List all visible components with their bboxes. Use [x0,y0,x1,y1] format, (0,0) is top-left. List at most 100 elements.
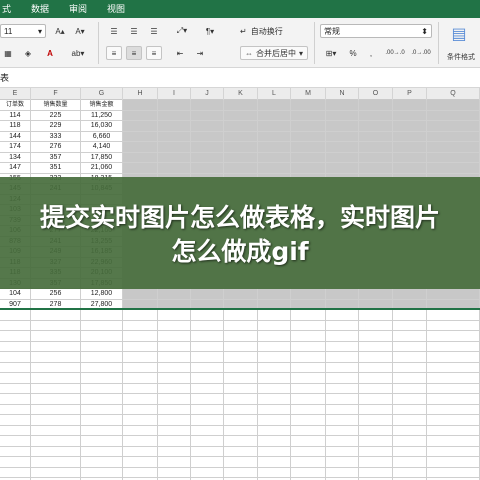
cell[interactable] [123,341,158,352]
cell[interactable] [427,425,480,436]
cell[interactable] [359,404,393,415]
cell[interactable] [81,341,123,352]
cell[interactable] [326,310,359,321]
cell[interactable] [31,362,81,373]
cell[interactable]: 276 [31,142,81,153]
cell[interactable] [427,436,480,447]
cell[interactable] [393,457,427,468]
cell[interactable] [359,436,393,447]
cell[interactable] [158,415,191,426]
cell[interactable] [427,446,480,457]
cell[interactable] [359,289,393,300]
cell[interactable] [158,320,191,331]
cell[interactable] [258,299,291,310]
cell[interactable] [224,383,258,394]
cell[interactable] [258,289,291,300]
cell[interactable] [393,331,427,342]
orientation-icon[interactable]: ⤢▾ [172,24,192,38]
cell[interactable] [258,436,291,447]
cell[interactable] [0,310,31,321]
cell[interactable] [31,425,81,436]
cell[interactable] [427,163,480,174]
cell[interactable] [291,131,326,142]
column-header[interactable]: P [393,88,427,100]
conditional-format-label[interactable]: 条件格式 [442,50,480,64]
cell[interactable] [158,110,191,121]
cell[interactable] [31,404,81,415]
cell[interactable] [31,373,81,384]
cell[interactable] [359,394,393,405]
cell[interactable] [123,289,158,300]
cell[interactable] [393,289,427,300]
cell[interactable] [158,152,191,163]
cell[interactable] [224,457,258,468]
cell[interactable]: 357 [31,152,81,163]
cell[interactable] [0,320,31,331]
cell[interactable] [291,152,326,163]
cell[interactable] [326,352,359,363]
cell[interactable] [359,299,393,310]
cell[interactable] [326,373,359,384]
cell[interactable] [393,131,427,142]
cell[interactable] [258,163,291,174]
cell[interactable] [393,425,427,436]
cell[interactable] [427,152,480,163]
cell[interactable] [224,331,258,342]
cell[interactable] [258,121,291,132]
cell[interactable] [427,394,480,405]
tab-review[interactable]: 审阅 [59,0,97,18]
cell[interactable] [258,383,291,394]
cell[interactable] [123,110,158,121]
cell[interactable] [81,310,123,321]
cell[interactable] [224,131,258,142]
font-color-icon[interactable]: A [40,46,60,60]
cell[interactable] [224,163,258,174]
cell[interactable] [359,425,393,436]
cell[interactable] [393,373,427,384]
cell[interactable] [291,446,326,457]
cell[interactable] [258,415,291,426]
cell[interactable] [326,446,359,457]
cell[interactable] [359,373,393,384]
cell[interactable] [359,341,393,352]
cell[interactable] [123,100,158,111]
cell[interactable] [291,467,326,478]
increase-indent-icon[interactable]: ⇥ [192,46,208,60]
cell[interactable] [427,352,480,363]
cell[interactable] [359,121,393,132]
cell[interactable] [359,446,393,457]
cell[interactable] [158,289,191,300]
comma-button[interactable]: , [364,46,378,60]
cell[interactable]: 147 [0,163,31,174]
merge-center-button[interactable]: ⇔ 合并后居中 ▾ [240,46,308,60]
cell[interactable] [224,310,258,321]
column-header[interactable]: O [359,88,393,100]
rtl-icon[interactable]: ¶▾ [200,24,220,38]
cell[interactable] [224,446,258,457]
cell[interactable] [326,415,359,426]
cell[interactable]: 174 [0,142,31,153]
cell[interactable] [427,341,480,352]
cell[interactable] [224,404,258,415]
cell[interactable] [123,467,158,478]
tab-view[interactable]: 视图 [97,0,135,18]
cell[interactable] [123,121,158,132]
cell[interactable] [258,331,291,342]
cell[interactable] [0,415,31,426]
cell[interactable] [191,131,224,142]
cell[interactable] [291,299,326,310]
cell[interactable] [258,425,291,436]
cell[interactable] [427,100,480,111]
cell[interactable] [191,163,224,174]
cell[interactable] [123,163,158,174]
cell[interactable] [291,362,326,373]
currency-icon[interactable]: ⊞▾ [320,46,342,60]
cell[interactable] [291,142,326,153]
cell[interactable] [191,383,224,394]
cell[interactable] [224,373,258,384]
cell[interactable] [326,383,359,394]
cell[interactable]: 17,850 [81,152,123,163]
cell[interactable] [326,341,359,352]
column-header[interactable]: N [326,88,359,100]
cell[interactable] [191,110,224,121]
